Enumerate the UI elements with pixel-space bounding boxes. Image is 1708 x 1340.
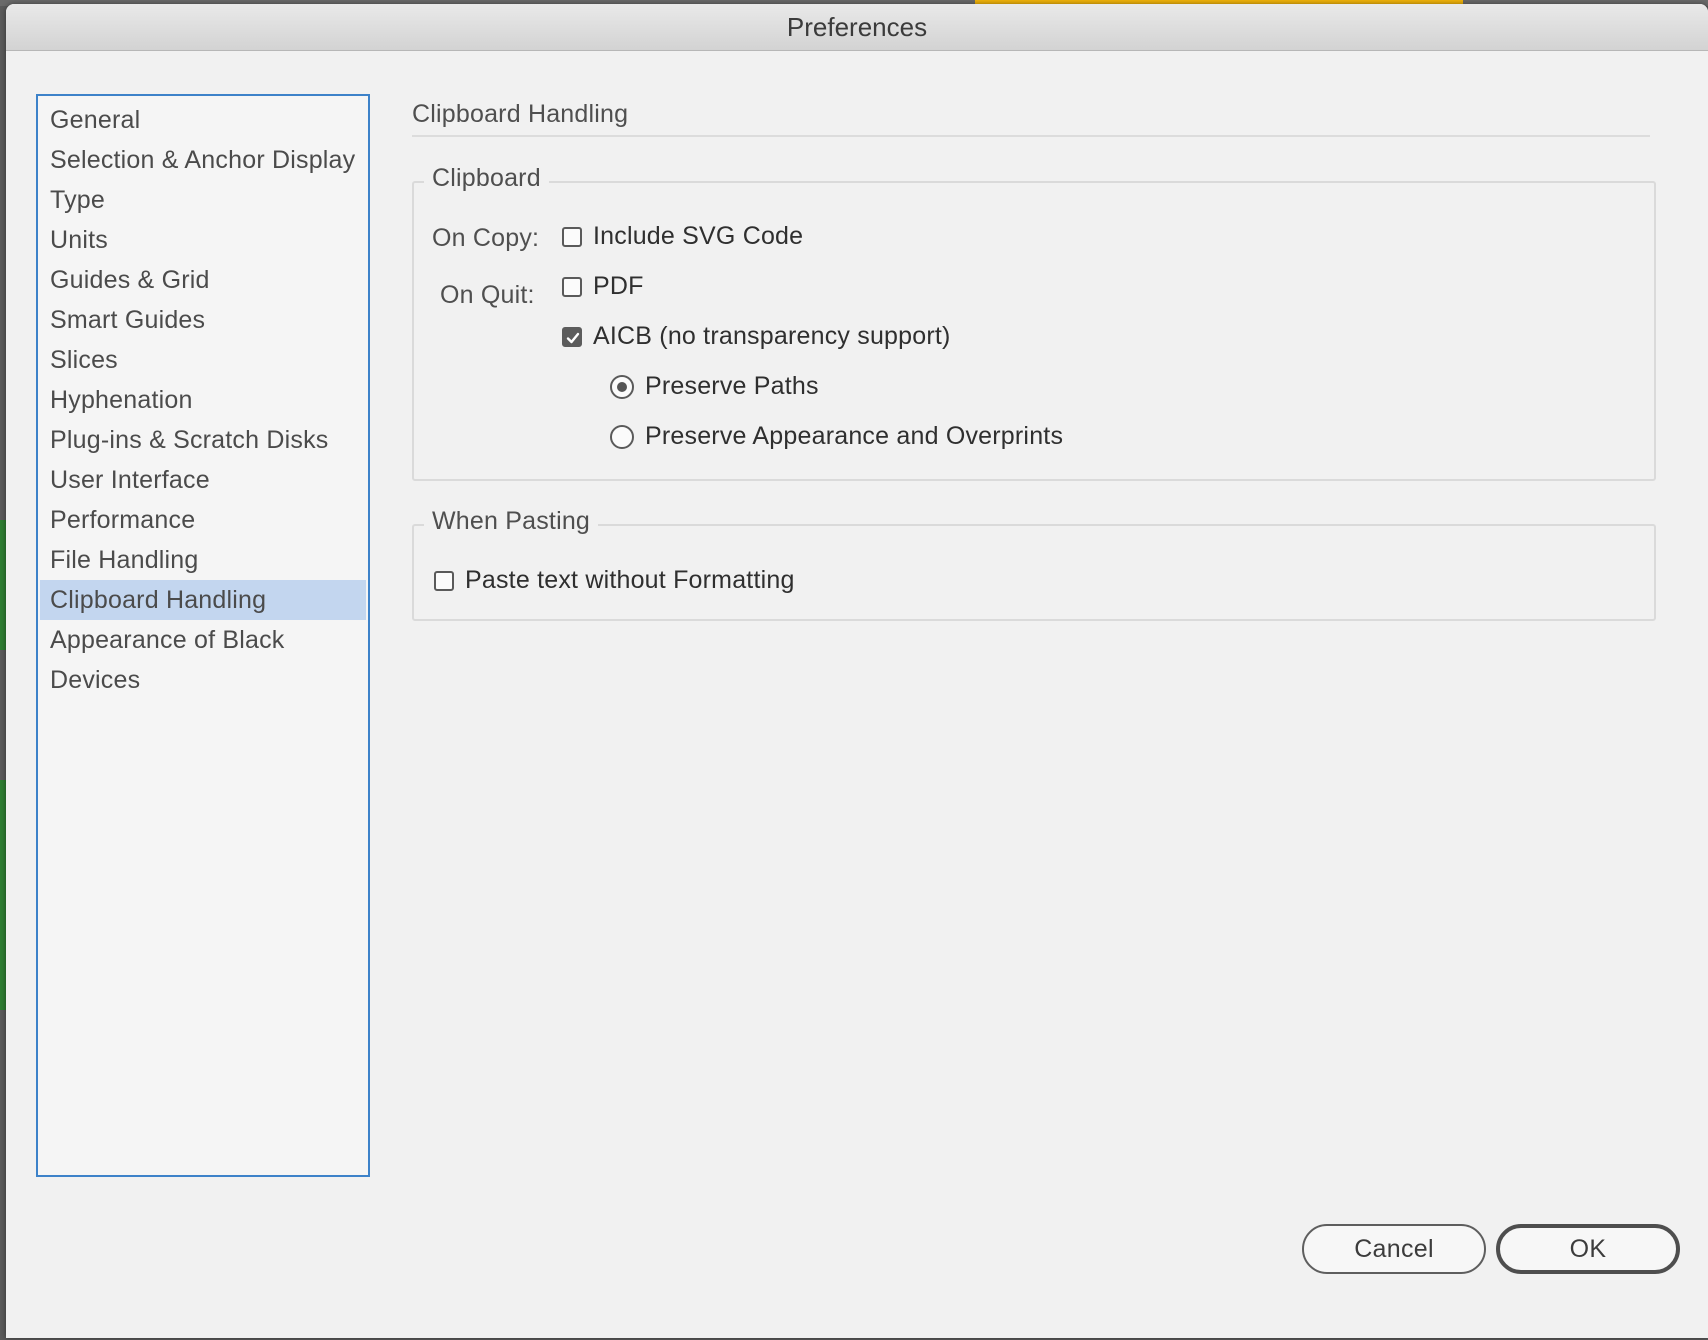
- sidebar-item-slices[interactable]: Slices: [40, 340, 366, 380]
- include-svg-code-option[interactable]: Include SVG Code: [562, 222, 803, 251]
- pdf-label: PDF: [593, 272, 644, 300]
- preferences-category-list[interactable]: General Selection & Anchor Display Type Uni…: [36, 94, 370, 1177]
- preserve-paths-radio[interactable]: [610, 374, 634, 399]
- sidebar-item-general[interactable]: General: [40, 100, 366, 140]
- preferences-dialog: Preferences General Selection & Anchor Di…: [6, 4, 1708, 1338]
- include-svg-code-label: Include SVG Code: [593, 222, 804, 250]
- preserve-paths-option[interactable]: Preserve Paths: [610, 372, 819, 401]
- aicb-checkbox[interactable]: [562, 326, 582, 347]
- sidebar-item-user-interface[interactable]: User Interface: [40, 460, 366, 500]
- clipboard-group-legend: Clipboard: [424, 164, 549, 193]
- include-svg-code-checkbox[interactable]: [562, 226, 582, 247]
- sidebar-item-performance[interactable]: Performance: [40, 500, 366, 540]
- sidebar-item-devices[interactable]: Devices: [40, 660, 366, 700]
- paste-text-label: Paste text without Formatting: [465, 566, 795, 594]
- on-quit-label: On Quit:: [440, 281, 535, 309]
- sidebar-item-file-handling[interactable]: File Handling: [40, 540, 366, 580]
- paste-text-checkbox[interactable]: [434, 570, 454, 591]
- preserve-appearance-option[interactable]: Preserve Appearance and Overprints: [610, 422, 1063, 451]
- on-copy-label: On Copy:: [432, 224, 540, 252]
- sidebar-item-plug-ins-scratch-disks[interactable]: Plug-ins & Scratch Disks: [40, 420, 366, 460]
- sidebar-item-selection-anchor-display[interactable]: Selection & Anchor Display: [40, 140, 366, 180]
- pdf-option[interactable]: PDF: [562, 272, 644, 301]
- preserve-appearance-radio[interactable]: [610, 424, 634, 449]
- preserve-appearance-label: Preserve Appearance and Overprints: [645, 422, 1064, 450]
- sidebar-item-clipboard-handling[interactable]: Clipboard Handling: [40, 580, 366, 620]
- preserve-paths-label: Preserve Paths: [645, 372, 819, 400]
- paste-text-option[interactable]: Paste text without Formatting: [434, 566, 795, 595]
- cancel-button[interactable]: Cancel: [1302, 1224, 1486, 1274]
- sidebar-item-guides-grid[interactable]: Guides & Grid: [40, 260, 366, 300]
- sidebar-item-hyphenation[interactable]: Hyphenation: [40, 380, 366, 420]
- aicb-label: AICB (no transparency support): [593, 322, 951, 350]
- ok-button[interactable]: OK: [1496, 1224, 1680, 1274]
- sidebar-item-smart-guides[interactable]: Smart Guides: [40, 300, 366, 340]
- pdf-checkbox[interactable]: [562, 276, 582, 297]
- title-bar[interactable]: Preferences: [6, 4, 1708, 51]
- when-pasting-legend: When Pasting: [424, 507, 599, 536]
- sidebar-item-appearance-of-black[interactable]: Appearance of Black: [40, 620, 366, 660]
- sidebar-item-type[interactable]: Type: [40, 180, 366, 220]
- section-title: Clipboard Handling: [412, 100, 629, 128]
- sidebar-item-units[interactable]: Units: [40, 220, 366, 260]
- section-divider: [412, 135, 1650, 137]
- window-title: Preferences: [786, 11, 928, 42]
- checkmark-icon: [566, 332, 580, 343]
- aicb-option[interactable]: AICB (no transparency support): [562, 322, 951, 351]
